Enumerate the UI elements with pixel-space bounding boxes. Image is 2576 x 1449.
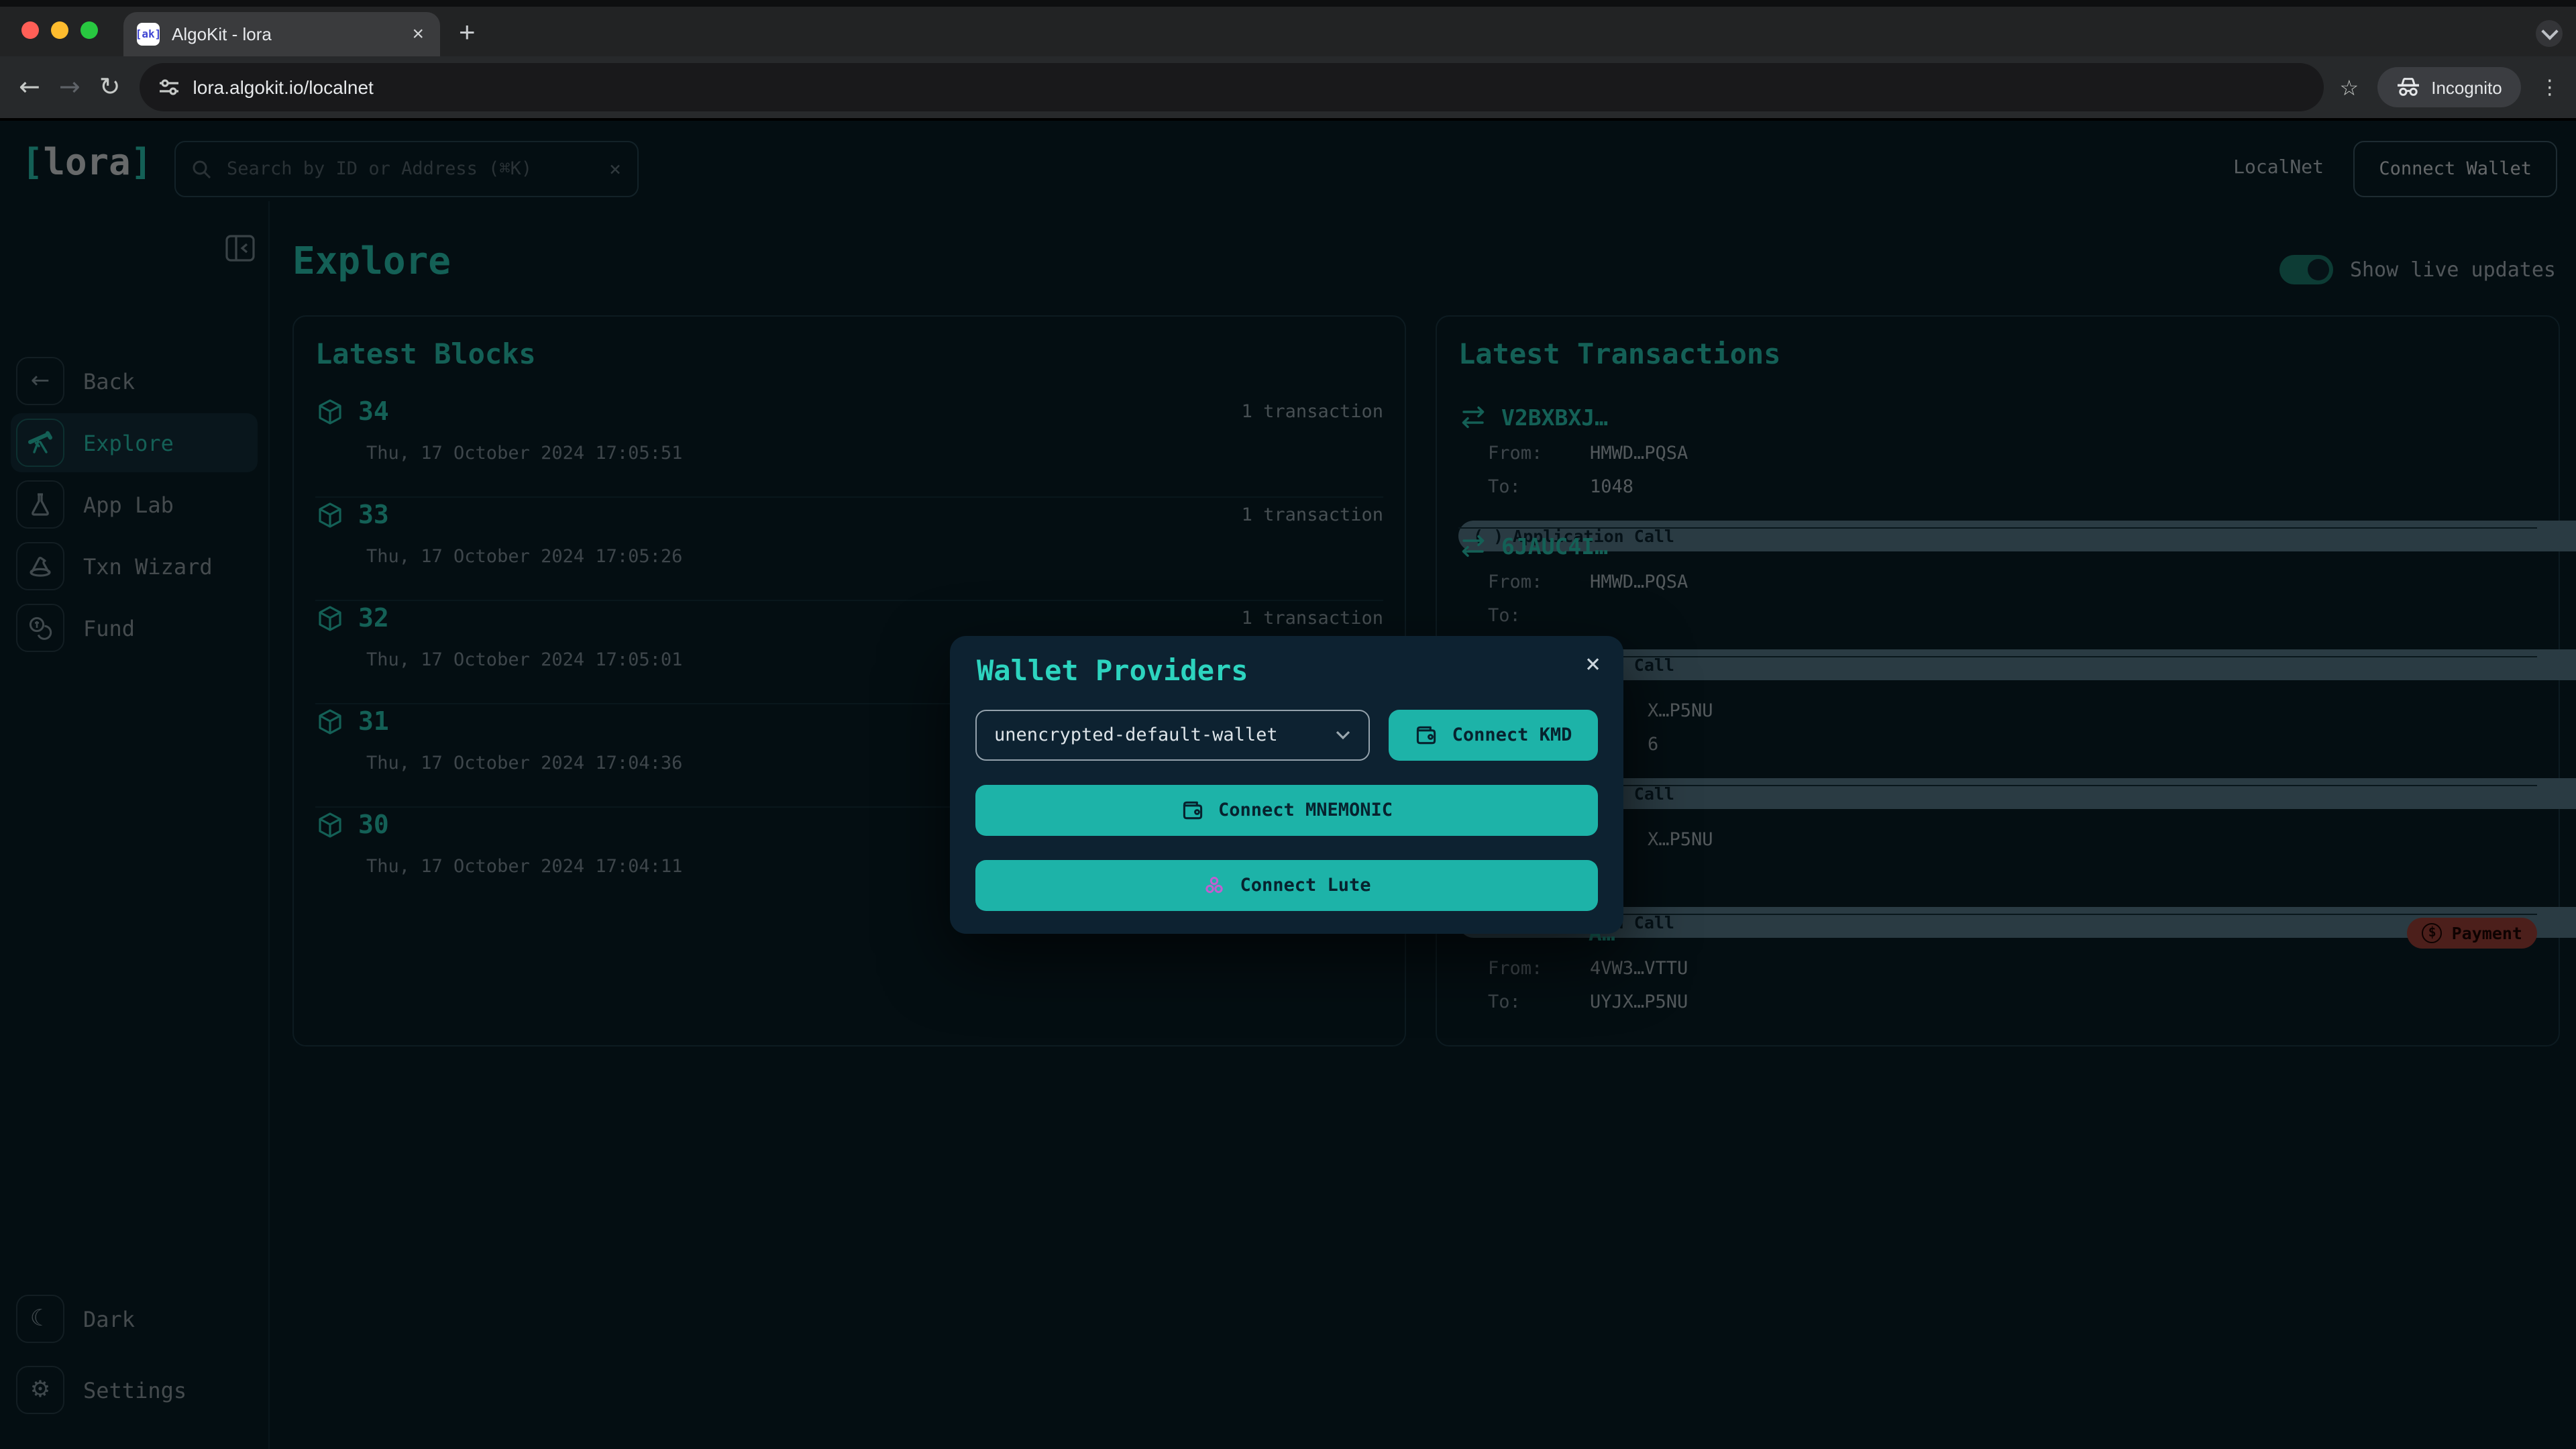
back-button[interactable]: ← <box>19 72 40 102</box>
incognito-label: Incognito <box>2431 77 2502 97</box>
zoom-window-button[interactable] <box>80 21 98 39</box>
incognito-icon <box>2398 78 2420 96</box>
tab-close-icon[interactable]: × <box>409 23 427 46</box>
wallet-icon <box>1183 801 1203 820</box>
site-settings-icon[interactable] <box>158 76 180 98</box>
lute-triskele-icon <box>1205 876 1224 894</box>
kmd-wallet-select[interactable]: unencrypted-default-wallet <box>975 710 1370 761</box>
incognito-badge: Incognito <box>2377 67 2521 107</box>
close-window-button[interactable] <box>21 21 39 39</box>
close-icon[interactable]: × <box>1585 649 1601 679</box>
lora-app: [lora] × LocalNet Connect Wallet ← Ba <box>0 121 2576 1449</box>
chevron-down-icon <box>2540 23 2558 40</box>
traffic-lights <box>21 21 98 39</box>
wallet-icon <box>1417 726 1436 745</box>
dialog-title: Wallet Providers <box>977 655 1248 687</box>
connect-lute-button[interactable]: Connect Lute <box>975 860 1598 911</box>
reload-button[interactable]: ↻ <box>99 72 121 102</box>
tab-title: AlgoKit - lora <box>172 24 272 44</box>
url-text[interactable]: lora.algokit.io/localnet <box>193 76 374 98</box>
address-bar[interactable]: lora.algokit.io/localnet <box>139 63 2324 111</box>
minimize-window-button[interactable] <box>51 21 68 39</box>
tab-search-button[interactable] <box>2536 20 2563 47</box>
selected-wallet: unencrypted-default-wallet <box>994 724 1278 746</box>
browser-tab[interactable]: [ak] AlgoKit - lora × <box>123 12 440 56</box>
new-tab-button[interactable]: + <box>459 17 476 50</box>
tab-favicon: [ak] <box>136 23 161 46</box>
connect-kmd-button[interactable]: Connect KMD <box>1389 710 1598 761</box>
connect-mnemonic-button[interactable]: Connect MNEMONIC <box>975 785 1598 836</box>
screen: [ak] AlgoKit - lora × + ← → ↻ lora.algok… <box>0 0 2576 1449</box>
browser-toolbar: ← → ↻ lora.algokit.io/localnet ☆ Incogni… <box>0 56 2576 118</box>
bookmark-star-icon[interactable]: ☆ <box>2340 74 2359 100</box>
toolbar-right: ☆ Incognito ⋮ <box>2340 67 2560 107</box>
browser-chrome: [ak] AlgoKit - lora × + ← → ↻ lora.algok… <box>0 0 2576 121</box>
browser-menu-icon[interactable]: ⋮ <box>2540 75 2560 99</box>
forward-button[interactable]: → <box>59 72 80 102</box>
wallet-providers-dialog: Wallet Providers × unencrypted-default-w… <box>950 636 1623 934</box>
window-top-strip <box>0 0 2576 7</box>
tab-strip: [ak] AlgoKit - lora × + <box>0 7 2576 56</box>
chevron-down-icon <box>1335 730 1351 741</box>
